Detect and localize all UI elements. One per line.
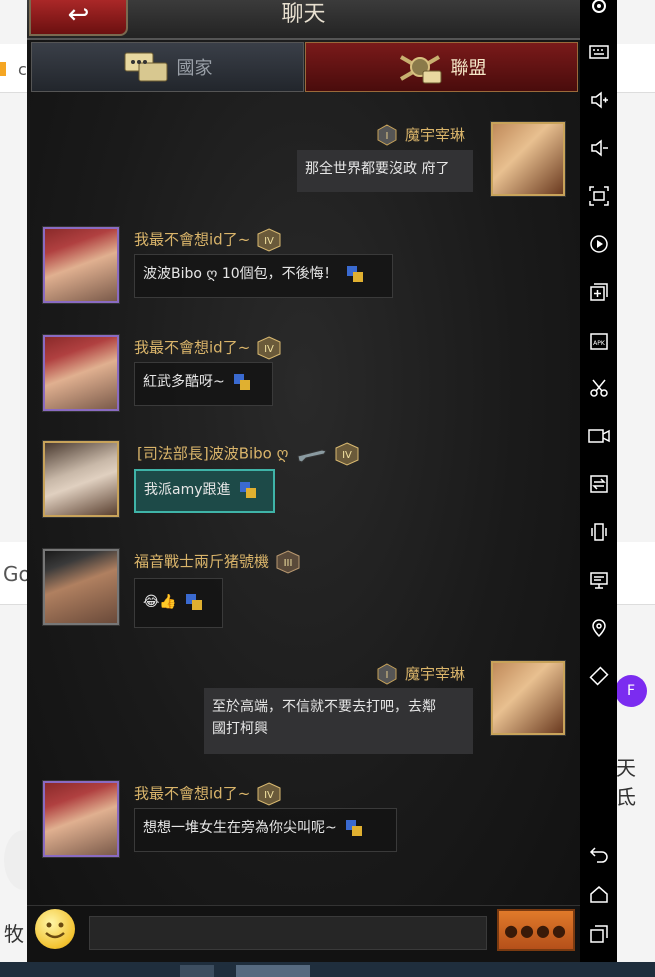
- tab-alliance[interactable]: 聯盟: [305, 42, 578, 92]
- bookmark-icon: [0, 62, 6, 76]
- rotate-icon[interactable]: [587, 664, 611, 688]
- chat-message: 我最不會想id了~ IV 想想一堆女生在旁為你尖叫呢~: [27, 778, 580, 858]
- chat-input[interactable]: [89, 916, 487, 950]
- home-icon[interactable]: [587, 882, 611, 906]
- translate-icon[interactable]: [185, 593, 203, 611]
- os-taskbar: [0, 962, 655, 977]
- sender-name[interactable]: 我最不會想id了~ IV: [134, 228, 282, 252]
- recents-icon[interactable]: [587, 922, 611, 946]
- avatar[interactable]: [43, 441, 119, 517]
- avatar[interactable]: [491, 661, 565, 735]
- translate-icon[interactable]: [233, 373, 251, 391]
- message-bubble: 紅武多酷呀~: [134, 362, 273, 406]
- avatar[interactable]: [43, 227, 119, 303]
- volume-up-icon[interactable]: [587, 88, 611, 112]
- emoji-button[interactable]: [35, 909, 75, 949]
- add-window-icon[interactable]: [587, 280, 611, 304]
- screenshot-icon[interactable]: [587, 184, 611, 208]
- back-icon[interactable]: [587, 842, 611, 866]
- avatar[interactable]: [43, 549, 119, 625]
- svg-text:IV: IV: [343, 450, 353, 461]
- send-button[interactable]: ●●●●: [497, 909, 575, 951]
- keyboard-icon[interactable]: [587, 40, 611, 64]
- location-icon[interactable]: [587, 616, 611, 640]
- chat-message: I 魔宇宰琳 至於高端，不信就不要去打吧，去鄰 國打柯興: [27, 658, 580, 758]
- taskbar-item[interactable]: [180, 965, 214, 977]
- svg-text:APK: APK: [593, 340, 606, 347]
- avatar[interactable]: [43, 335, 119, 411]
- message-bubble-highlighted: 我派amy跟進: [134, 469, 275, 513]
- rifle-icon: [297, 449, 328, 463]
- chat-message: I 魔宇宰琳 那全世界都要沒政 府了: [27, 118, 580, 198]
- svg-text:III: III: [284, 558, 293, 569]
- emulator-toolbar: APK: [580, 0, 617, 962]
- sender-name[interactable]: 我最不會想id了~ IV: [134, 782, 282, 806]
- message-bubble: 那全世界都要沒政 府了: [297, 150, 473, 192]
- avatar[interactable]: [43, 781, 119, 857]
- svg-text:IV: IV: [264, 236, 274, 247]
- sender-name[interactable]: 魔宇宰琳: [405, 663, 465, 684]
- chat-input-bar: ●●●●: [27, 905, 580, 962]
- chat-message: 福音戰士兩斤猪號機 III 😂👍: [27, 546, 580, 630]
- background-text-right: 天氐: [616, 756, 636, 809]
- sender-name[interactable]: 福音戰士兩斤猪號機 III: [134, 550, 301, 574]
- message-bubble: 波波Bibo ღ 10個包，不後悔！: [134, 254, 393, 298]
- play-icon[interactable]: [587, 232, 611, 256]
- background-text-c: c: [18, 60, 27, 79]
- back-button[interactable]: ↩: [29, 0, 128, 36]
- chat-message: 我最不會想id了~ IV 波波Bibo ღ 10個包，不後悔！: [27, 224, 580, 304]
- message-bubble: 至於高端，不信就不要去打吧，去鄰 國打柯興: [204, 688, 473, 754]
- background-avatar: F: [615, 675, 647, 707]
- svg-text:I: I: [386, 131, 389, 142]
- chat-bubbles-icon: [124, 52, 167, 82]
- rank-badge-icon: III: [276, 550, 300, 574]
- rank-badge-icon: IV: [257, 782, 281, 806]
- smiley-icon: [45, 922, 65, 939]
- chat-message: 我最不會想id了~ IV 紅武多酷呀~: [27, 332, 580, 412]
- back-arrow-icon: ↩: [67, 0, 90, 30]
- apk-icon[interactable]: APK: [587, 328, 611, 352]
- svg-text:IV: IV: [264, 790, 274, 801]
- rank-badge-icon: IV: [335, 442, 359, 466]
- rank-badge-icon: I: [377, 663, 397, 685]
- settings-icon[interactable]: [587, 0, 611, 18]
- chat-tabs: 國家 聯盟: [31, 42, 578, 92]
- cut-icon[interactable]: [587, 376, 611, 400]
- taskbar-item-active[interactable]: [236, 965, 310, 977]
- tab-alliance-label: 聯盟: [450, 58, 487, 79]
- shake-icon[interactable]: [587, 520, 611, 544]
- tab-country-label: 國家: [176, 58, 213, 79]
- alliance-emblem-icon: [399, 55, 441, 84]
- swap-icon[interactable]: [587, 472, 611, 496]
- sender-name[interactable]: 我最不會想id了~ IV: [134, 336, 282, 360]
- record-icon[interactable]: [587, 424, 611, 448]
- rank-badge-icon: IV: [257, 336, 281, 360]
- sender-name[interactable]: [司法部長]波波Bibo ღ IV: [137, 442, 360, 466]
- rank-badge-icon: IV: [257, 228, 281, 252]
- display-icon[interactable]: [587, 568, 611, 592]
- svg-text:I: I: [386, 670, 389, 681]
- translate-icon[interactable]: [239, 481, 257, 499]
- background-text-mu: 牧: [4, 922, 24, 946]
- rank-badge-icon: I: [377, 124, 397, 146]
- avatar[interactable]: [491, 122, 565, 196]
- message-bubble: 想想一堆女生在旁為你尖叫呢~: [134, 808, 397, 852]
- volume-down-icon[interactable]: [587, 136, 611, 160]
- translate-icon[interactable]: [345, 819, 363, 837]
- sender-name[interactable]: 魔宇宰琳: [405, 124, 465, 145]
- message-bubble: 😂👍: [134, 578, 223, 628]
- svg-text:IV: IV: [264, 344, 274, 355]
- translate-icon[interactable]: [346, 265, 364, 283]
- chat-message: [司法部長]波波Bibo ღ IV 我派amy跟進: [27, 438, 580, 518]
- tab-country[interactable]: 國家: [31, 42, 304, 92]
- game-chat-window: 聊天 ↩ 國家 聯盟 I 魔宇宰琳 那全世界都要沒政 府了 我最不會想id了~ I…: [27, 0, 580, 962]
